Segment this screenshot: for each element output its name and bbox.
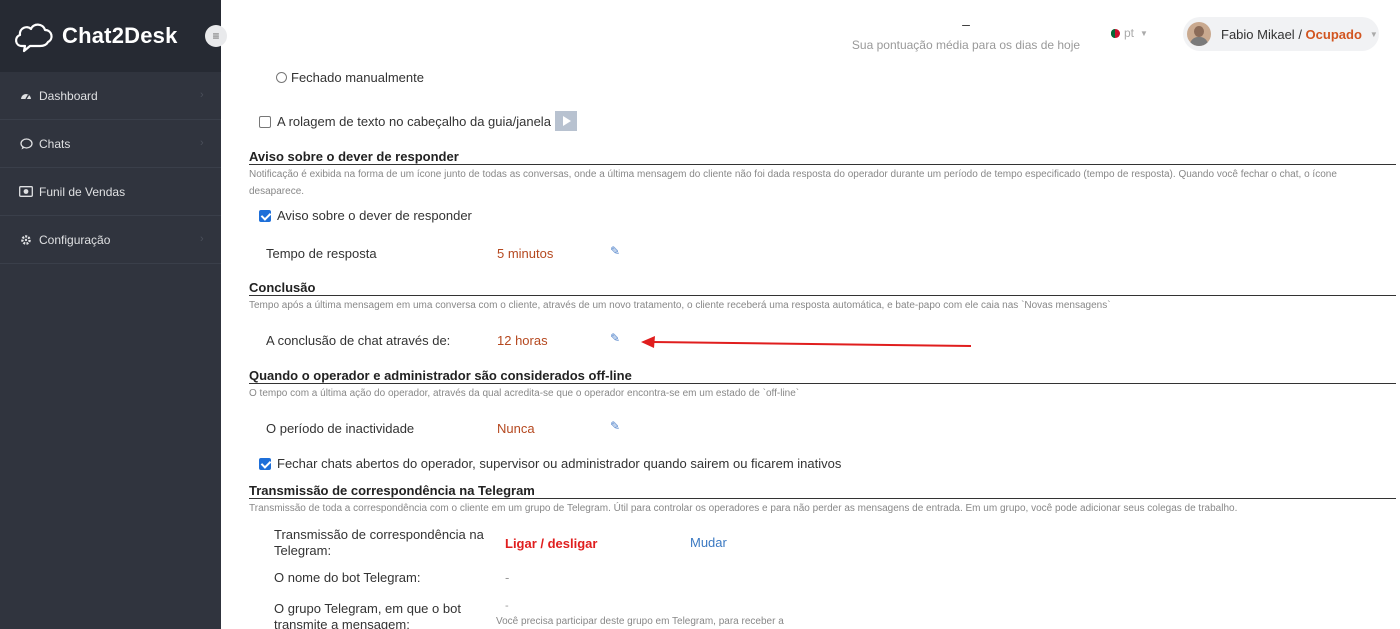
sidebar-item-label: Configuração <box>39 232 111 247</box>
section-title-response: Aviso sobre o dever de responder <box>249 149 459 164</box>
section-title-offline: Quando o operador e administrador são co… <box>249 368 632 383</box>
pencil-icon: ✎ <box>610 244 621 258</box>
menu-toggle-button[interactable]: ≡ <box>205 25 227 47</box>
section-description-offline: O tempo com a última ação do operador, a… <box>249 388 800 399</box>
language-selector[interactable]: pt ▼ <box>1111 26 1148 40</box>
telegram-bot-name-value: - <box>505 570 510 585</box>
label-line: transmite a mensagem: <box>274 617 410 629</box>
radio-label: Fechado manualmente <box>291 72 424 85</box>
average-score: – Sua pontuação média para os dias de ho… <box>846 16 1086 52</box>
sidebar-item-label: Funil de Vendas <box>39 184 126 199</box>
edit-response-time-button[interactable]: ✎ <box>610 244 620 258</box>
scroll-text-checkbox[interactable] <box>259 116 271 128</box>
language-code: pt <box>1124 26 1135 40</box>
red-arrow-annotation <box>641 336 972 348</box>
chevron-right-icon: › <box>200 89 204 101</box>
chat-conclusion-label: A conclusão de chat através de: <box>266 333 451 348</box>
sidebar-item-settings[interactable]: Configuração › <box>0 216 221 264</box>
response-time-value: 5 minutos <box>497 246 554 261</box>
score-caption: Sua pontuação média para os dias de hoje <box>851 38 1081 52</box>
chevron-right-icon: › <box>200 233 204 245</box>
label-line: Telegram: <box>274 543 332 558</box>
close-chats-label: Fechar chats abertos do operador, superv… <box>277 456 842 471</box>
edit-chat-conclusion-button[interactable]: ✎ <box>610 331 620 345</box>
response-warning-checkbox[interactable] <box>259 210 271 222</box>
play-icon[interactable] <box>554 111 577 131</box>
section-divider <box>249 164 1396 165</box>
telegram-group-hint: Você precisa participar deste grupo em T… <box>496 616 784 627</box>
response-warning-option[interactable]: Aviso sobre o dever de responder <box>259 208 472 223</box>
portugal-flag-icon <box>1111 28 1120 38</box>
chat-icon <box>19 137 33 150</box>
settings-content: Fechado manualmente A rolagem de texto n… <box>221 72 1400 629</box>
radio-closed-manually[interactable]: Fechado manualmente <box>276 72 424 85</box>
scroll-text-label: A rolagem de texto no cabeçalho da guia/… <box>277 114 551 129</box>
response-warning-label: Aviso sobre o dever de responder <box>277 208 472 223</box>
close-chats-checkbox[interactable] <box>259 458 271 470</box>
gear-icon <box>19 234 33 246</box>
edit-inactivity-period-button[interactable]: ✎ <box>610 419 620 433</box>
sidebar: Dashboard › Chats › Funil de Vendas Conf… <box>0 72 221 629</box>
telegram-toggle-value[interactable]: Ligar / desligar <box>505 536 597 551</box>
label-line: Transmissão de correspondência na <box>274 527 484 542</box>
scroll-text-option[interactable]: A rolagem de texto no cabeçalho da guia/… <box>259 111 577 131</box>
sidebar-item-label: Dashboard <box>39 88 98 103</box>
chevron-down-icon: ▼ <box>1140 28 1148 38</box>
avatar <box>1187 22 1211 46</box>
response-time-label: Tempo de resposta <box>266 246 377 261</box>
section-divider <box>249 383 1396 384</box>
top-header: Chat2Desk ≡ – Sua pontuação média para o… <box>0 0 1400 72</box>
telegram-bot-name-label: O nome do bot Telegram: <box>274 570 421 585</box>
section-title-conclusion: Conclusão <box>249 280 316 295</box>
section-description-conclusion: Tempo após a última mensagem em uma conv… <box>249 300 1111 311</box>
sidebar-item-chats[interactable]: Chats › <box>0 120 221 168</box>
telegram-transmission-label: Transmissão de correspondência na Telegr… <box>274 527 484 559</box>
radio-button[interactable] <box>276 72 287 83</box>
sidebar-item-dashboard[interactable]: Dashboard › <box>0 72 221 120</box>
section-divider <box>249 295 1396 296</box>
sidebar-item-funnel[interactable]: Funil de Vendas <box>0 168 221 216</box>
user-name: Fabio Mikael <box>1221 26 1295 42</box>
sidebar-item-label: Chats <box>39 136 71 151</box>
score-value: – <box>962 16 970 32</box>
user-menu[interactable]: Fabio Mikael / Ocupado ▼ <box>1183 17 1379 51</box>
funnel-icon <box>19 186 33 197</box>
inactivity-period-label: O período de inactividade <box>266 421 415 436</box>
section-title-telegram: Transmissão de correspondência na Telegr… <box>249 483 535 498</box>
logo-text: Chat2Desk <box>62 23 178 48</box>
telegram-group-label: O grupo Telegram, em que o bot transmite… <box>274 601 461 629</box>
user-status: Ocupado <box>1305 26 1362 42</box>
logo-area[interactable]: Chat2Desk <box>0 0 221 72</box>
section-description-telegram: Transmissão de toda a correspondência co… <box>249 503 1238 514</box>
chevron-right-icon: › <box>200 137 204 149</box>
chat-conclusion-value: 12 horas <box>497 333 548 348</box>
pencil-icon: ✎ <box>610 419 621 433</box>
section-divider <box>249 498 1396 499</box>
telegram-group-value: - <box>505 600 509 612</box>
section-description-response: Notificação é exibida na forma de um íco… <box>249 169 1337 197</box>
user-separator: / <box>1294 26 1306 42</box>
cloud-logo-icon <box>15 23 53 53</box>
dashboard-icon <box>19 90 33 102</box>
label-line: O grupo Telegram, em que o bot <box>274 601 461 616</box>
inactivity-period-value: Nunca <box>497 421 535 436</box>
pencil-icon: ✎ <box>610 331 621 345</box>
telegram-change-link[interactable]: Mudar <box>690 535 727 550</box>
close-chats-option[interactable]: Fechar chats abertos do operador, superv… <box>259 456 841 471</box>
hamburger-icon: ≡ <box>212 29 220 43</box>
chevron-down-icon: ▼ <box>1369 29 1378 39</box>
